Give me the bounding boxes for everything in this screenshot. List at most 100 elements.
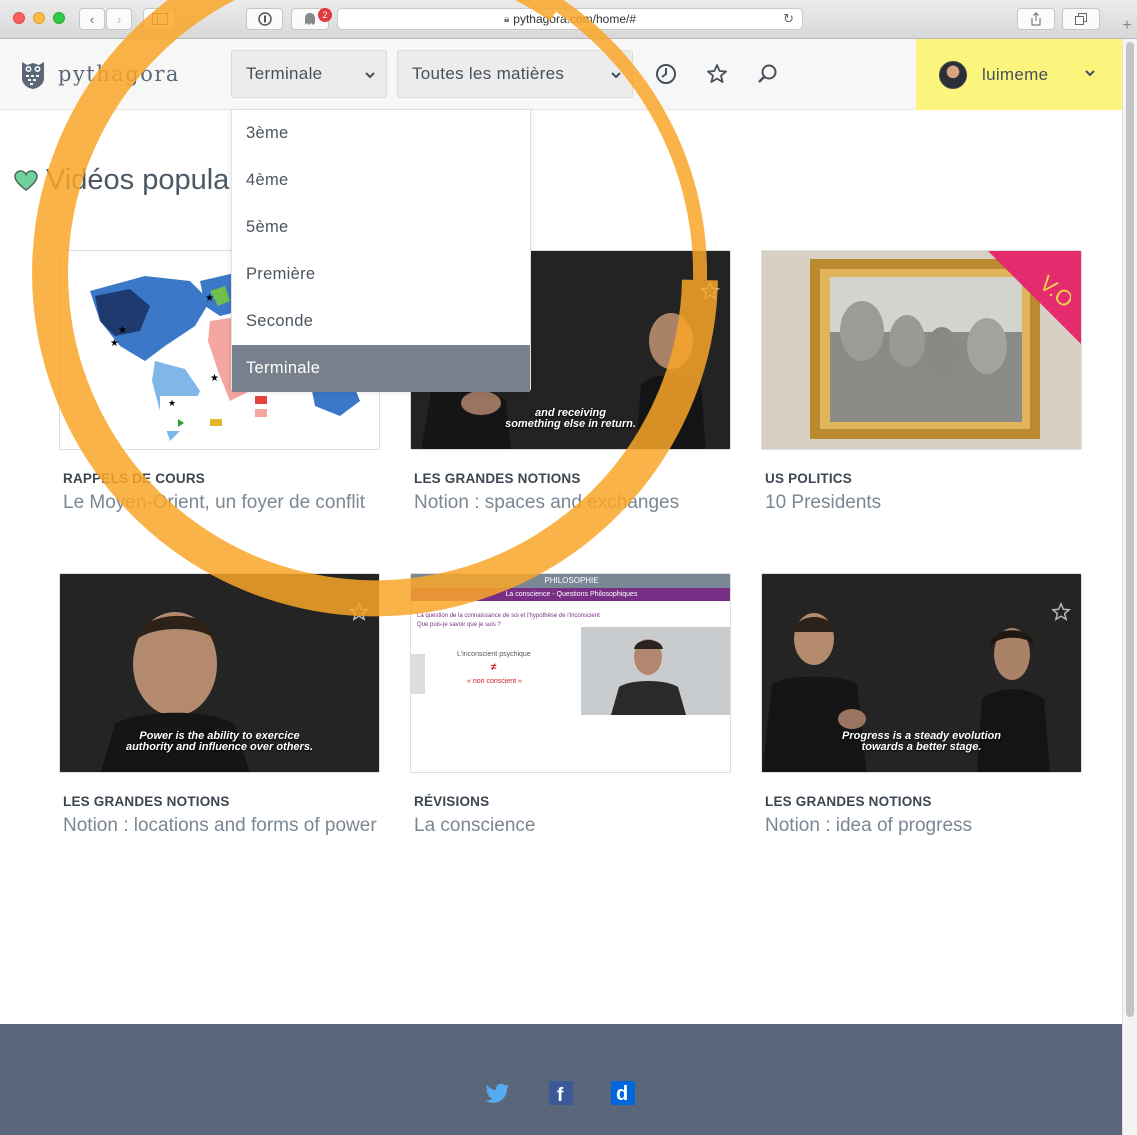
video-thumbnail[interactable]: PHILOSOPHIE La conscience - Questions Ph… — [410, 573, 731, 773]
video-subtitle: authority and influence over others. — [125, 741, 314, 753]
dropdown-item[interactable]: Seconde — [232, 298, 530, 345]
vo-ribbon-label: V.O — [1035, 271, 1071, 313]
level-dropdown-menu: 3ème 4ème 5ème Première Seconde Terminal… — [231, 109, 531, 392]
favorites-star-icon[interactable] — [706, 63, 728, 85]
dropdown-item[interactable]: 5ème — [232, 204, 530, 251]
chevron-down-icon — [611, 72, 621, 79]
card-title[interactable]: Notion : spaces and exchanges — [410, 490, 731, 515]
video-thumbnail[interactable]: Power is the ability to exercice authori… — [59, 573, 380, 773]
footer: f d — [0, 1024, 1122, 1135]
favorite-star-icon[interactable] — [1051, 602, 1071, 622]
slide-not-equal: ≠ — [491, 662, 497, 673]
dropdown-item[interactable]: 3ème — [232, 110, 530, 157]
dropdown-item[interactable]: 4ème — [232, 157, 530, 204]
card-category: LES GRANDES NOTIONS — [414, 471, 581, 486]
logo-text: pythagora — [58, 62, 180, 86]
reload-icon[interactable]: ↻ — [783, 11, 794, 27]
favorite-star-icon[interactable] — [349, 602, 369, 622]
password-icon — [257, 12, 272, 26]
video-card[interactable]: PHILOSOPHIE La conscience - Questions Ph… — [410, 573, 731, 838]
facebook-icon[interactable]: f — [549, 1081, 573, 1105]
slide-concept-b: « non conscient » — [467, 678, 522, 685]
subject-select[interactable]: Toutes les matières — [397, 50, 633, 98]
card-category: RÉVISIONS — [414, 794, 490, 809]
app-header: pythagora Terminale Toutes les matières … — [0, 39, 1122, 110]
share-icon — [1031, 12, 1041, 26]
sidebar-icon — [151, 13, 168, 25]
forward-button[interactable]: › — [106, 8, 132, 30]
username: luimeme — [982, 64, 1049, 84]
slide-book-image — [411, 654, 425, 694]
password-extension-button[interactable] — [246, 8, 283, 30]
dropdown-item[interactable]: Première — [232, 251, 530, 298]
slide-question: Que puis-je savoir que je suis ? — [417, 622, 501, 628]
dailymotion-letter: d — [616, 1083, 628, 1105]
slide-subheader: La conscience - Questions Philosophiques — [411, 588, 730, 601]
lecturer-image — [581, 627, 730, 715]
card-category: RAPPELS DE COURS — [63, 471, 205, 486]
search-icon[interactable] — [757, 63, 779, 85]
dropdown-item-selected[interactable]: Terminale — [232, 345, 530, 392]
card-title[interactable]: Le Moyen-Orient, un foyer de conflit — [59, 490, 380, 515]
dailymotion-icon[interactable]: d — [611, 1081, 635, 1105]
ghostery-extension-button[interactable]: 2 — [291, 8, 332, 30]
sidebar-toggle-button[interactable] — [143, 8, 176, 30]
chevron-right-icon: › — [116, 11, 122, 27]
chevron-left-icon: ‹ — [89, 11, 95, 27]
video-subtitle: towards a better stage. — [861, 741, 982, 753]
slide-header: PHILOSOPHIE — [411, 574, 730, 588]
browser-toolbar: ‹ › 2 🔒︎ pythagora.com/home/# ↻ + — [0, 0, 1137, 39]
lock-icon: 🔒︎ — [503, 13, 510, 25]
card-title[interactable]: Notion : locations and forms of power — [59, 813, 380, 838]
owl-logo-icon — [22, 62, 44, 89]
plus-icon: + — [1122, 17, 1132, 34]
favorite-star-icon[interactable] — [700, 281, 720, 301]
user-menu[interactable]: luimeme — [916, 39, 1122, 110]
card-category: US POLITICS — [765, 471, 852, 486]
video-thumbnail[interactable]: V.O — [761, 250, 1082, 450]
new-tab-button[interactable]: + — [1117, 15, 1137, 37]
notification-badge: 2 — [318, 8, 332, 22]
tabs-overview-button[interactable] — [1062, 8, 1100, 30]
svg-text:★: ★ — [168, 398, 176, 408]
scrollbar-thumb[interactable] — [1126, 42, 1134, 1017]
mount-rushmore-image — [762, 251, 1081, 449]
back-button[interactable]: ‹ — [79, 8, 105, 30]
card-title[interactable]: Notion : idea of progress — [761, 813, 1082, 838]
video-card[interactable]: Power is the ability to exercice authori… — [59, 573, 380, 838]
svg-text:★: ★ — [110, 338, 119, 349]
card-title[interactable]: 10 Presidents — [761, 490, 1082, 515]
video-thumbnail[interactable]: Progress is a steady evolution towards a… — [761, 573, 1082, 773]
video-subtitle: something else in return. — [505, 418, 636, 430]
history-icon[interactable] — [655, 63, 677, 85]
tabs-icon — [1075, 13, 1087, 25]
zoom-window-button[interactable] — [53, 12, 65, 24]
slide-line: La question de la connaissance de soi et… — [417, 613, 600, 619]
card-category: LES GRANDES NOTIONS — [63, 794, 230, 809]
svg-text:★: ★ — [205, 293, 214, 304]
minimize-window-button[interactable] — [33, 12, 45, 24]
svg-text:★: ★ — [118, 325, 127, 336]
card-category: LES GRANDES NOTIONS — [765, 794, 932, 809]
twitter-icon[interactable] — [486, 1081, 510, 1105]
facebook-letter: f — [557, 1085, 564, 1105]
video-card[interactable]: Progress is a steady evolution towards a… — [761, 573, 1082, 838]
share-button[interactable] — [1017, 8, 1055, 30]
svg-text:V.O: V.O — [1035, 271, 1071, 313]
video-card[interactable]: V.O US POLITICS 10 Presidents — [761, 250, 1082, 515]
url-text: pythagora.com/home/# — [513, 12, 637, 26]
card-title[interactable]: La conscience — [410, 813, 731, 838]
logo[interactable]: pythagora — [20, 58, 180, 90]
slide-concept-a: L'inconscient psychique — [457, 651, 531, 658]
level-select-value: Terminale — [246, 64, 323, 83]
address-bar[interactable]: 🔒︎ pythagora.com/home/# ↻ — [337, 8, 803, 30]
ghost-icon — [305, 13, 315, 25]
close-window-button[interactable] — [13, 12, 25, 24]
svg-text:★: ★ — [210, 373, 219, 384]
chevron-down-icon — [365, 72, 375, 79]
heart-icon — [14, 169, 38, 191]
level-select[interactable]: Terminale — [231, 50, 387, 98]
chevron-down-icon — [1085, 70, 1095, 77]
avatar — [939, 60, 967, 89]
subject-select-value: Toutes les matières — [412, 64, 565, 83]
